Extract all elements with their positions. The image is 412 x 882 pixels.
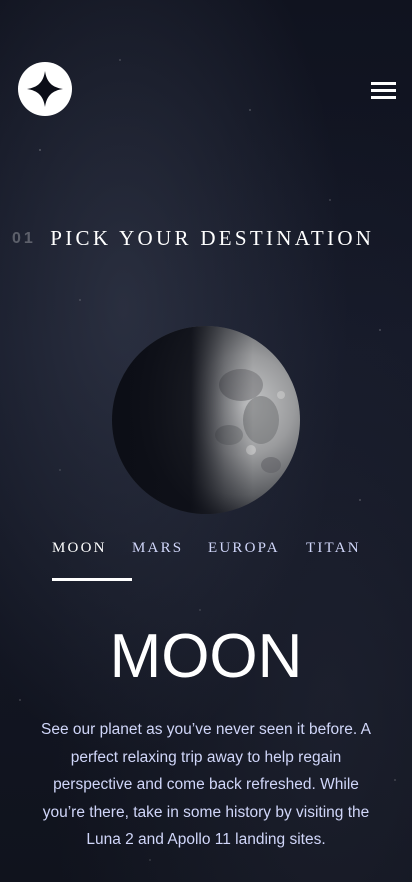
hamburger-menu-icon[interactable]	[371, 82, 396, 102]
page-heading: 01 PICK YOUR DESTINATION	[12, 226, 412, 251]
tab-europa[interactable]: EUROPA	[208, 540, 306, 580]
star-logo-icon[interactable]	[18, 62, 72, 116]
tab-moon[interactable]: MOON	[52, 540, 132, 581]
moon-image	[111, 325, 301, 515]
menu-bar	[371, 82, 396, 85]
menu-bar	[371, 89, 396, 92]
heading-title: PICK YOUR DESTINATION	[50, 226, 375, 250]
tab-titan[interactable]: TITAN	[306, 540, 376, 580]
menu-bar	[371, 96, 396, 99]
destination-tabs: MOON MARS EUROPA TITAN	[52, 540, 376, 584]
heading-number: 01	[12, 229, 36, 247]
tab-mars[interactable]: MARS	[132, 540, 208, 580]
destination-description: See our planet as you’ve never seen it b…	[40, 721, 372, 848]
destination-name: MOON	[109, 622, 303, 691]
